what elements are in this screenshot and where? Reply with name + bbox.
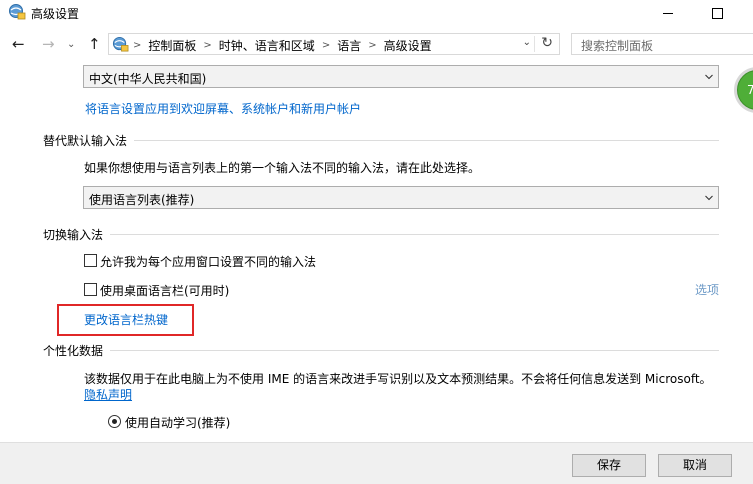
minimize-icon [663, 12, 673, 14]
breadcrumb-item-control-panel[interactable]: 控制面板 [148, 37, 196, 54]
back-button[interactable]: ← [12, 36, 25, 52]
maximize-icon [711, 7, 723, 19]
save-button[interactable]: 保存 [572, 454, 646, 477]
search-input[interactable] [571, 33, 753, 55]
breadcrumb-item-language[interactable]: 语言 [337, 37, 361, 54]
auto-learning-radio[interactable] [108, 415, 121, 428]
group-divider [110, 234, 719, 235]
maximize-button[interactable] [694, 0, 740, 26]
breadcrumb-item-clock-language-region[interactable]: 时钟、语言和区域 [219, 37, 315, 54]
chevron-down-icon [705, 74, 713, 80]
group-divider [110, 350, 719, 351]
highlight-box [57, 304, 194, 336]
default-input-heading: 替代默认输入法 [43, 134, 128, 148]
recent-locations-chevron-icon[interactable]: ⌄ [67, 37, 75, 53]
default-input-select[interactable]: 使用语言列表(推荐) [83, 186, 719, 209]
personalization-heading: 个性化数据 [43, 344, 104, 358]
default-input-description: 如果你想使用与语言列表上的第一个输入法不同的输入法，请在此处选择。 [84, 161, 481, 175]
language-bar-options-link[interactable]: 选项 [695, 281, 719, 298]
desktop-language-bar-label[interactable]: 使用桌面语言栏(可用时) [100, 282, 229, 299]
forward-button[interactable]: → [42, 36, 55, 52]
switch-input-heading: 切换输入法 [43, 228, 104, 242]
breadcrumb-separator-icon[interactable]: > [133, 40, 141, 51]
navigation-bar: ← → ⌄ ↑ > 控制面板 > 时钟、语言和区域 > 语言 > 高级设置 ⌄ … [0, 30, 753, 60]
display-language-select[interactable]: 中文(中华人民共和国) [83, 65, 719, 88]
refresh-icon[interactable]: ↻ [541, 35, 553, 51]
up-button[interactable]: ↑ [88, 36, 101, 52]
cancel-button[interactable]: 取消 [658, 454, 732, 477]
desktop-language-bar-checkbox[interactable] [84, 283, 97, 296]
title-bar: 高级设置 [0, 0, 753, 26]
default-input-value: 使用语言列表(推荐) [89, 193, 195, 207]
breadcrumb-separator-icon[interactable]: > [322, 40, 330, 51]
floating-badge[interactable]: 74 [734, 67, 753, 113]
minimize-button[interactable] [645, 0, 691, 26]
personalization-description: 该数据仅用于在此电脑上为不使用 IME 的语言来改进手写识别以及文本预测结果。不… [84, 372, 712, 386]
auto-learning-label[interactable]: 使用自动学习(推荐) [125, 414, 230, 431]
privacy-statement-link[interactable]: 隐私声明 [84, 386, 132, 403]
display-language-value: 中文(中华人民共和国) [89, 72, 207, 86]
per-app-input-label[interactable]: 允许我为每个应用窗口设置不同的输入法 [100, 253, 316, 270]
breadcrumb-separator-icon[interactable]: > [203, 40, 211, 51]
window-title: 高级设置 [31, 7, 80, 21]
per-app-input-checkbox[interactable] [84, 254, 97, 267]
breadcrumb-item-advanced-settings[interactable]: 高级设置 [384, 37, 432, 54]
breadcrumb: > 控制面板 > 时钟、语言和区域 > 语言 > 高级设置 [133, 37, 432, 54]
chevron-down-icon [705, 195, 713, 201]
breadcrumb-separator-icon[interactable]: > [368, 40, 376, 51]
control-panel-icon [9, 4, 26, 20]
badge-text: 74 [747, 83, 753, 97]
address-divider [534, 36, 535, 52]
address-history-chevron-icon[interactable]: ⌄ [523, 37, 531, 48]
group-divider [134, 140, 719, 141]
footer-bar: 保存 取消 [0, 442, 753, 484]
badge-circle: 74 [737, 70, 753, 110]
address-bar[interactable]: > 控制面板 > 时钟、语言和区域 > 语言 > 高级设置 ⌄ ↻ [108, 33, 560, 55]
control-panel-icon [112, 36, 129, 52]
apply-language-settings-link[interactable]: 将语言设置应用到欢迎屏幕、系统帐户和新用户帐户 [85, 100, 361, 117]
